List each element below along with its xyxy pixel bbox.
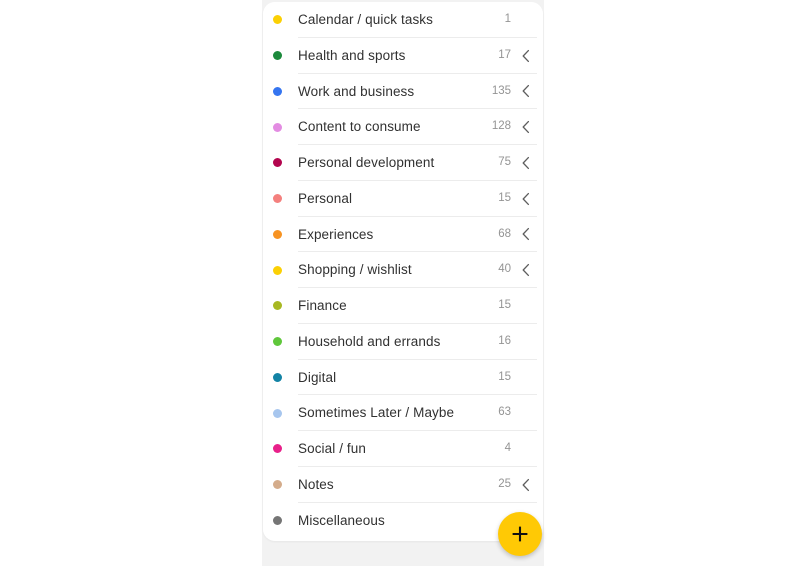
category-label: Work and business xyxy=(298,83,415,99)
category-label: Health and sports xyxy=(298,47,406,63)
category-list: Calendar / quick tasks 1 Health and sports… xyxy=(263,2,543,539)
category-label: Finance xyxy=(298,298,347,314)
category-count: 68 xyxy=(498,227,511,240)
category-color-dot xyxy=(273,480,282,490)
chevron-left-icon[interactable] xyxy=(515,261,537,279)
category-color-dot xyxy=(273,337,282,347)
category-label: Notes xyxy=(298,476,334,492)
category-row[interactable]: Notes 25 xyxy=(263,466,543,503)
chevron-left-icon[interactable] xyxy=(515,82,537,100)
category-count: 15 xyxy=(498,370,511,383)
category-count: 75 xyxy=(498,156,511,169)
category-row[interactable]: Finance 15 xyxy=(263,288,543,324)
category-count: 15 xyxy=(498,191,511,204)
category-row[interactable]: Calendar / quick tasks 1 xyxy=(263,2,543,38)
chevron-left-icon[interactable] xyxy=(515,118,537,136)
category-label: Calendar / quick tasks xyxy=(298,12,434,28)
category-label: Digital xyxy=(298,369,337,385)
category-row[interactable]: Experiences 68 xyxy=(263,216,543,253)
add-button[interactable] xyxy=(498,512,542,556)
category-label: Personal xyxy=(298,190,353,206)
category-row[interactable]: Sometimes Later / Maybe 63 xyxy=(263,395,543,431)
category-row[interactable]: Work and business 135 xyxy=(263,73,543,110)
category-count: 16 xyxy=(498,334,511,347)
category-row[interactable]: Social / fun 4 xyxy=(263,431,543,467)
category-row[interactable]: Content to consume 128 xyxy=(263,109,543,145)
category-color-dot xyxy=(273,158,282,168)
chevron-left-icon[interactable] xyxy=(515,190,537,208)
category-color-dot xyxy=(273,194,282,204)
category-label: Social / fun xyxy=(298,441,366,457)
category-color-dot xyxy=(273,229,282,239)
chevron-left-icon[interactable] xyxy=(515,476,537,494)
category-label: Content to consume xyxy=(298,119,421,135)
plus-icon xyxy=(510,524,530,544)
category-count: 63 xyxy=(498,406,511,419)
category-row[interactable]: Health and sports 17 xyxy=(263,37,543,74)
category-row[interactable]: Household and errands 16 xyxy=(263,323,543,360)
category-label: Miscellaneous xyxy=(298,512,385,528)
category-count: 135 xyxy=(491,84,511,97)
category-color-dot xyxy=(273,86,282,96)
category-color-dot xyxy=(273,51,282,61)
chevron-left-icon[interactable] xyxy=(515,47,537,65)
category-color-dot xyxy=(273,444,282,454)
category-row[interactable]: Personal 15 xyxy=(263,180,543,217)
category-label: Personal development xyxy=(298,155,435,171)
chevron-left-icon[interactable] xyxy=(515,154,537,172)
category-count: 25 xyxy=(498,477,511,490)
category-color-dot xyxy=(273,301,282,311)
category-count: 17 xyxy=(498,48,511,61)
category-row[interactable]: Shopping / wishlist 40 xyxy=(263,252,543,288)
category-label: Sometimes Later / Maybe xyxy=(298,405,455,421)
category-color-dot xyxy=(273,265,282,275)
category-count: 1 xyxy=(504,13,511,26)
category-label: Household and errands xyxy=(298,333,441,349)
chevron-left-icon[interactable] xyxy=(515,225,537,243)
category-list-card: Calendar / quick tasks 1 Health and sports… xyxy=(263,2,543,541)
category-row[interactable]: Digital 15 xyxy=(263,359,543,396)
category-color-dot xyxy=(273,15,282,25)
category-label: Shopping / wishlist xyxy=(298,262,412,278)
category-count: 4 xyxy=(504,442,511,455)
category-color-dot xyxy=(273,408,282,418)
category-color-dot xyxy=(273,122,282,132)
category-count: 40 xyxy=(498,263,511,276)
category-row[interactable]: Personal development 75 xyxy=(263,145,543,181)
category-count: 128 xyxy=(491,120,511,133)
category-count: 15 xyxy=(498,299,511,312)
category-label: Experiences xyxy=(298,226,374,242)
category-color-dot xyxy=(273,515,282,525)
category-color-dot xyxy=(273,372,282,382)
